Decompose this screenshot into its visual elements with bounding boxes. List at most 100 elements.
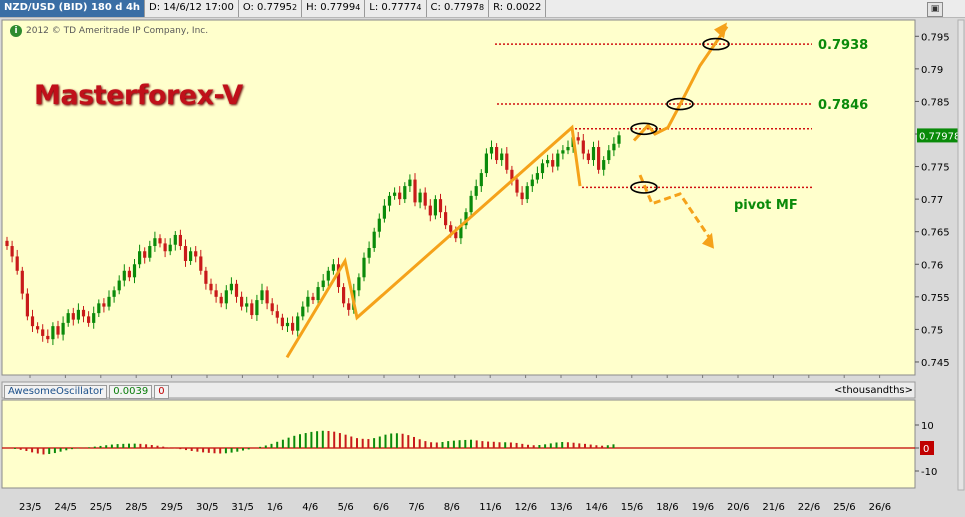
candle-body [291, 322, 295, 331]
candle-body [183, 246, 188, 262]
masterforex-logo: Masterforex-V [34, 80, 243, 111]
y-tick-label: 0.79 [921, 65, 943, 76]
candle-body [153, 238, 157, 247]
candle-body [178, 234, 182, 247]
candle-body [602, 160, 606, 170]
ao-units-label: <thousandths> [834, 385, 913, 396]
x-tick-label: 7/6 [408, 502, 424, 513]
ao-name[interactable]: AwesomeOscillator [4, 385, 108, 399]
candle-body [51, 326, 55, 340]
candle-body [520, 192, 524, 200]
candle-body [495, 147, 499, 161]
y-tick-label: 0.785 [921, 97, 950, 108]
last-price-label: 0.77978 [919, 131, 960, 142]
close-field: C: 0.77978 [427, 0, 490, 17]
candle-body [540, 163, 545, 174]
x-tick-label: 15/6 [621, 502, 643, 513]
candle-body [30, 316, 35, 327]
candle-body [102, 303, 106, 307]
candle-body [347, 303, 351, 310]
candle-body [546, 160, 550, 164]
candle-body [331, 264, 335, 271]
x-tick-label: 20/6 [727, 502, 749, 513]
symbol-label[interactable]: NZD/USD (BID) 180 d 4h [0, 0, 146, 17]
ao-legend: AwesomeOscillator 0.0039 0 [4, 385, 171, 399]
candle-body [15, 256, 19, 271]
candle-body [413, 179, 417, 203]
candle-body [127, 270, 131, 278]
candle-body [612, 143, 616, 151]
x-tick-label: 31/5 [231, 502, 253, 513]
expand-icon[interactable]: ▣ [927, 2, 943, 17]
candle-body [20, 270, 24, 294]
x-tick-label: 22/6 [798, 502, 820, 513]
y-tick-label: 0.755 [921, 293, 950, 304]
candle-body [260, 290, 264, 301]
x-tick-label: 29/5 [161, 502, 183, 513]
x-tick-label: 30/5 [196, 502, 218, 513]
candle-body [438, 199, 443, 213]
candle-body [71, 313, 75, 320]
candle-body [107, 296, 111, 307]
candle-body [367, 247, 371, 258]
candle-body [387, 195, 392, 206]
candle-body [433, 199, 437, 216]
x-tick-label: 8/6 [444, 502, 460, 513]
candle-body [158, 238, 162, 244]
candle-body [469, 195, 473, 213]
candle-body [163, 243, 167, 252]
candle-body [408, 179, 412, 187]
candle-body [148, 246, 152, 258]
candle-body [556, 153, 560, 167]
candle-body [382, 205, 386, 219]
x-tick-label: 25/6 [833, 502, 855, 513]
oscillator-panel [1, 399, 916, 489]
candle-body [617, 135, 621, 144]
candle-body [301, 306, 305, 317]
ao-tick-label: 10 [921, 421, 934, 432]
candle-body [500, 153, 504, 161]
candle-body [168, 244, 172, 252]
candle-body [311, 296, 315, 301]
candle-body [597, 147, 601, 170]
candle-body [117, 280, 121, 291]
candle-body [56, 326, 60, 335]
candle-body [607, 150, 611, 161]
candle-body [525, 186, 529, 200]
candle-body [209, 283, 213, 291]
candle-body [81, 309, 86, 317]
candle-body [489, 147, 494, 154]
candle-body [285, 322, 290, 327]
candle-body [275, 311, 279, 318]
candle-body [321, 280, 325, 288]
pivot-label: pivot MF [734, 198, 798, 213]
candle-body [444, 212, 448, 226]
copyright-notice: i 2012 © TD Ameritrade IP Company, Inc. [10, 25, 208, 37]
candle-body [515, 179, 519, 193]
candle-body [92, 313, 96, 323]
date-field: D: 14/6/12 17:00 [145, 0, 239, 17]
candle-body [61, 322, 65, 335]
candle-body [561, 150, 565, 154]
y-tick-label: 0.765 [921, 228, 950, 239]
x-tick-label: 21/6 [762, 502, 784, 513]
x-tick-label: 25/5 [90, 502, 112, 513]
y-tick-label: 0.75 [921, 325, 943, 336]
high-field: H: 0.77994 [302, 0, 366, 17]
candle-body [342, 287, 346, 304]
x-tick-label: 11/6 [479, 502, 501, 513]
x-tick-label: 19/6 [692, 502, 714, 513]
open-field: O: 0.77952 [239, 0, 303, 17]
candle-body [551, 160, 555, 167]
candle-body [250, 303, 254, 316]
candle-body [199, 256, 203, 271]
candle-body [581, 140, 585, 154]
y-tick-label: 0.745 [921, 358, 950, 369]
info-icon[interactable]: i [10, 25, 22, 37]
y-tick-label: 0.775 [921, 163, 950, 174]
ao-tick-label: -10 [921, 467, 937, 478]
candle-body [484, 153, 488, 174]
candle-body [505, 153, 509, 170]
candle-body [122, 270, 126, 281]
candle-body [265, 290, 269, 304]
